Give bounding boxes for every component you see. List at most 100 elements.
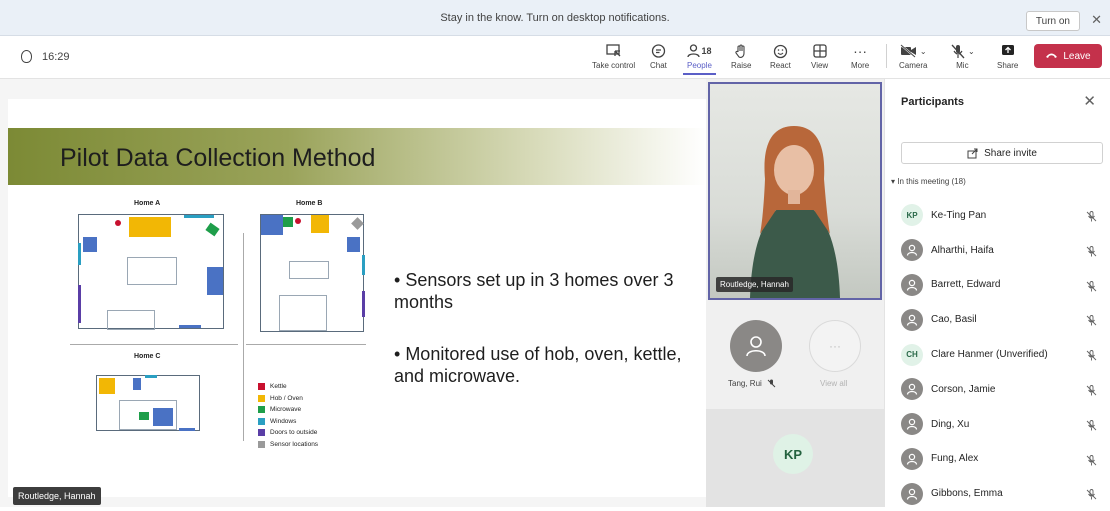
- participant-row[interactable]: Fung, Alex: [901, 442, 1107, 477]
- smiley-icon: [773, 41, 788, 61]
- view-button[interactable]: View: [811, 41, 828, 70]
- mic-button[interactable]: ⌄ Mic: [950, 41, 975, 70]
- home-a-label: Home A: [134, 200, 161, 207]
- mic-off-icon: ⌄: [950, 41, 975, 61]
- mic-off-icon: [1086, 279, 1097, 297]
- in-meeting-section-toggle[interactable]: ▾ In this meeting (18): [891, 177, 966, 186]
- person-icon: [901, 413, 923, 436]
- slide-divider: [246, 344, 366, 345]
- participant-list: KP Ke-Ting Pan Alharthi, Haifa Barrett, …: [901, 198, 1107, 511]
- raise-hand-button[interactable]: Raise: [731, 41, 751, 70]
- participant-row[interactable]: Cao, Basil: [901, 302, 1107, 337]
- people-button[interactable]: 18 People: [683, 41, 716, 75]
- slide-title: Pilot Data Collection Method: [60, 144, 376, 172]
- legend: Kettle Hob / Oven Microwave Windows Door…: [258, 381, 318, 450]
- legend-item: Microwave: [258, 404, 318, 416]
- presenter-name-tag: Routledge, Hannah: [13, 487, 101, 505]
- person-icon: [901, 239, 923, 262]
- take-control-icon: [605, 41, 622, 61]
- toolbar-divider: [886, 44, 887, 68]
- participant-row[interactable]: Barrett, Edward: [901, 268, 1107, 303]
- home-c-label: Home C: [134, 353, 161, 360]
- floorplan-home-b: [260, 214, 365, 332]
- people-icon: 18: [687, 41, 711, 61]
- shield-icon: [21, 50, 32, 63]
- active-tab-indicator: [683, 73, 716, 75]
- chevron-down-icon[interactable]: ⌄: [920, 47, 927, 56]
- share-button[interactable]: Share: [997, 41, 1018, 70]
- person-silhouette: [750, 126, 840, 298]
- mic-off-icon: [1086, 209, 1097, 227]
- bullet-item: • Sensors set up in 3 homes over 3 month…: [394, 270, 674, 312]
- legend-item: Doors to outside: [258, 427, 318, 439]
- meeting-toolbar: 16:29 Take control Chat 18 People Raise …: [0, 36, 1110, 79]
- view-all-button[interactable]: ···: [809, 320, 861, 372]
- chevron-down-icon[interactable]: ⌄: [968, 47, 975, 56]
- people-count: 18: [701, 46, 712, 56]
- grid-icon: [812, 41, 827, 61]
- avatar-initials: KP: [773, 434, 813, 474]
- mic-off-icon: [1086, 453, 1097, 471]
- share-icon: [967, 148, 978, 158]
- turn-on-button[interactable]: Turn on: [1025, 11, 1080, 31]
- react-button[interactable]: React: [770, 41, 791, 70]
- meeting-timer: 16:29: [21, 50, 70, 63]
- view-all-label: View all: [820, 379, 848, 388]
- presentation-slide: Pilot Data Collection Method Home A Home…: [8, 99, 706, 497]
- mic-off-icon: [1086, 383, 1097, 401]
- person-icon: [901, 378, 923, 401]
- slide-divider: [243, 233, 244, 352]
- video-gallery: Routledge, Hannah Tang, Rui ··· View all…: [706, 79, 884, 507]
- floorplan-home-a: [78, 214, 224, 330]
- video-name-tag: Routledge, Hannah: [716, 277, 793, 292]
- person-icon: [746, 336, 766, 357]
- home-b-label: Home B: [296, 200, 323, 207]
- participant-row[interactable]: Gibbons, Emma: [901, 476, 1107, 511]
- participant-row[interactable]: Corson, Jamie: [901, 372, 1107, 407]
- mic-off-icon: [1086, 244, 1097, 262]
- participants-panel: Participants ✕ Share invite ▾ In this me…: [884, 79, 1110, 507]
- participant-row[interactable]: Alharthi, Haifa: [901, 233, 1107, 268]
- more-icon: ···: [853, 43, 868, 59]
- shared-screen-stage: Pilot Data Collection Method Home A Home…: [0, 79, 706, 507]
- more-icon: ···: [829, 339, 841, 353]
- person-icon: [901, 482, 923, 505]
- notification-bar: Stay in the know. Turn on desktop notifi…: [0, 0, 1110, 36]
- chat-button[interactable]: Chat: [650, 41, 667, 70]
- notification-text: Stay in the know. Turn on desktop notifi…: [440, 11, 670, 24]
- participant-row[interactable]: CH Clare Hanmer (Unverified): [901, 337, 1107, 372]
- camera-button[interactable]: ⌄ Camera: [899, 41, 927, 70]
- mic-off-icon: [1086, 313, 1097, 331]
- close-icon[interactable]: ✕: [1091, 12, 1102, 28]
- share-invite-button[interactable]: Share invite: [901, 142, 1103, 164]
- mic-off-icon: [1086, 487, 1097, 505]
- avatar: CH: [901, 343, 923, 366]
- bullet-item: • Monitored use of hob, oven, kettle, an…: [394, 344, 682, 386]
- person-icon: [901, 273, 923, 296]
- hand-icon: [734, 41, 748, 61]
- person-icon: [901, 308, 923, 331]
- camera-off-icon: ⌄: [900, 41, 927, 61]
- avatar-tang-rui[interactable]: [730, 320, 782, 372]
- video-tile-main[interactable]: Routledge, Hannah: [708, 82, 882, 300]
- legend-item: Windows: [258, 416, 318, 428]
- slide-bullets: • Sensors set up in 3 homes over 3 month…: [394, 269, 694, 417]
- phone-hangup-icon: [1045, 51, 1058, 62]
- more-button[interactable]: ··· More: [851, 41, 869, 70]
- close-icon[interactable]: ✕: [1083, 92, 1096, 110]
- mic-off-icon: [1086, 348, 1097, 366]
- caret-down-icon: ▾: [891, 177, 896, 186]
- tile-label-tang-rui: Tang, Rui: [728, 379, 776, 388]
- legend-item: Hob / Oven: [258, 393, 318, 405]
- avatar: KP: [901, 204, 923, 227]
- person-icon: [901, 447, 923, 470]
- legend-item: Kettle: [258, 381, 318, 393]
- participant-row[interactable]: KP Ke-Ting Pan: [901, 198, 1107, 233]
- take-control-button[interactable]: Take control: [592, 41, 635, 70]
- leave-button[interactable]: Leave: [1034, 44, 1102, 68]
- mic-off-icon: [1086, 418, 1097, 436]
- share-screen-icon: [1001, 41, 1015, 61]
- participant-row[interactable]: Ding, Xu: [901, 407, 1107, 442]
- slide-divider: [70, 344, 238, 345]
- video-tile-ke-ting-pan[interactable]: KP: [706, 409, 884, 507]
